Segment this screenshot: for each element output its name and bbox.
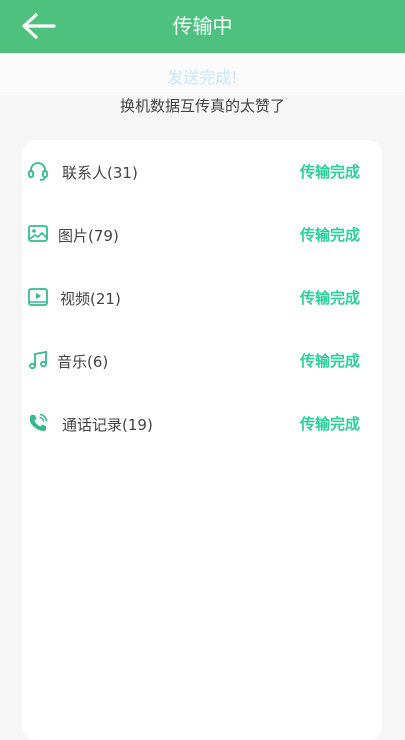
list-item-label: 图片(79) — [58, 227, 119, 245]
list-item-label: 通话记录(19) — [62, 416, 153, 434]
list-item-status: 传输完成 — [299, 415, 360, 433]
music-note-icon — [29, 350, 47, 370]
page-title: 传输中 — [172, 14, 233, 38]
list-item-videos: 视频(21) 传输完成 — [22, 281, 382, 315]
list-item-label: 音乐(6) — [57, 353, 109, 371]
headset-icon — [28, 162, 48, 181]
subtitle-text: 换机数据互传真的太赞了 — [119, 97, 285, 115]
list-item-call-log: 通话记录(19) 传输完成 — [22, 407, 382, 441]
list-item-label: 视频(21) — [60, 290, 121, 308]
list-item-status: 传输完成 — [299, 226, 360, 244]
list-item-images: 图片(79) 传输完成 — [22, 218, 382, 252]
list-item-music: 音乐(6) 传输完成 — [22, 344, 382, 378]
list-item-status: 传输完成 — [299, 352, 360, 370]
transfer-list-card: 联系人(31) 传输完成 图片(79) 传输完成 视频(21) 传输完成 音乐(… — [22, 140, 382, 740]
list-item-status: 传输完成 — [299, 163, 360, 181]
phone-call-icon — [29, 413, 48, 431]
list-item-contacts: 联系人(31) 传输完成 — [22, 155, 382, 189]
video-icon — [28, 288, 48, 306]
list-item-label: 联系人(31) — [62, 164, 138, 182]
image-icon — [28, 225, 48, 242]
list-item-status: 传输完成 — [299, 289, 360, 307]
top-bar: 传输中 — [0, 0, 405, 53]
transfer-status-text: 发送完成! — [167, 68, 238, 87]
